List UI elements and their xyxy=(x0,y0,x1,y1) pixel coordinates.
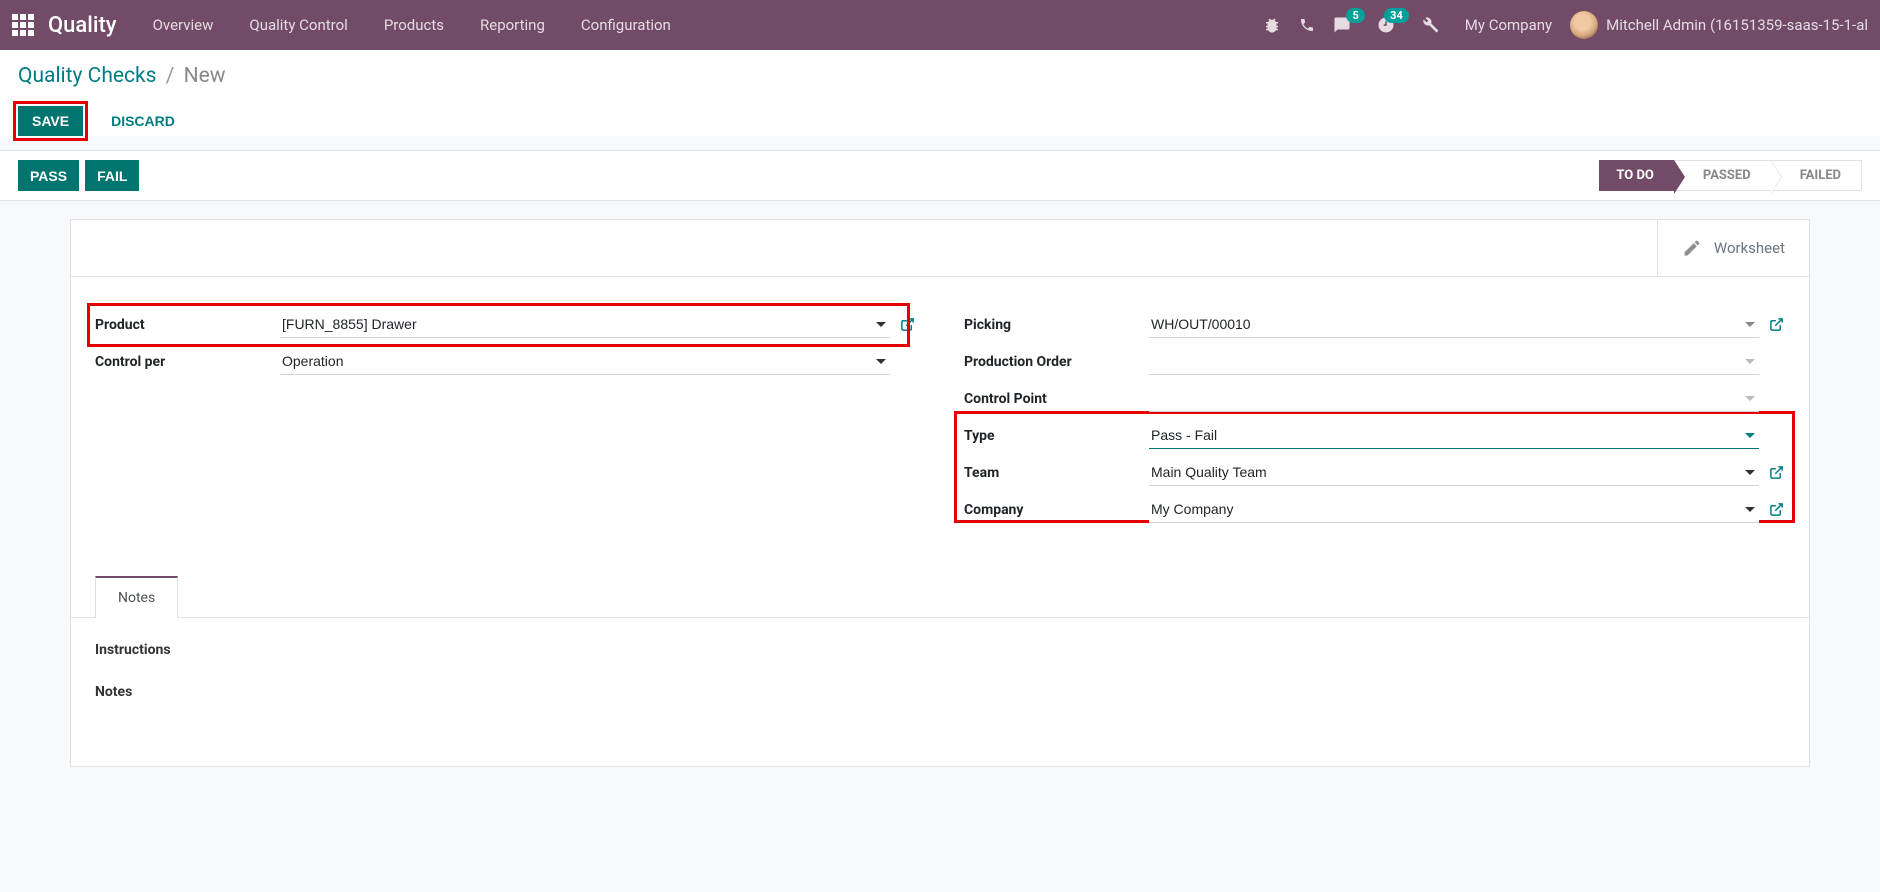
activities-badge: 34 xyxy=(1384,8,1409,23)
status-pipeline: TO DO PASSED FAILED xyxy=(1600,160,1862,191)
company-switcher[interactable]: My Company xyxy=(1465,16,1552,34)
status-failed[interactable]: FAILED xyxy=(1771,160,1862,191)
save-button[interactable]: SAVE xyxy=(18,106,83,136)
form-card: Worksheet Product xyxy=(70,219,1810,767)
status-passed[interactable]: PASSED xyxy=(1674,160,1772,191)
nav-quality-control[interactable]: Quality Control xyxy=(249,16,347,34)
phone-icon[interactable] xyxy=(1299,17,1315,33)
breadcrumb-sep: / xyxy=(166,64,175,88)
pass-button[interactable]: PASS xyxy=(18,160,79,191)
breadcrumb: Quality Checks / New xyxy=(18,64,1862,88)
nav-products[interactable]: Products xyxy=(384,16,444,34)
breadcrumb-root[interactable]: Quality Checks xyxy=(18,64,157,88)
control-per-label: Control per xyxy=(95,354,280,370)
tab-notes-body: Instructions Notes xyxy=(71,618,1809,766)
tab-notes[interactable]: Notes xyxy=(95,576,178,618)
control-point-label: Control Point xyxy=(964,391,1149,407)
form-right-col: Picking Production O xyxy=(964,311,1785,533)
tools-icon[interactable] xyxy=(1421,16,1439,34)
product-label: Product xyxy=(95,317,280,333)
app-brand[interactable]: Quality xyxy=(48,13,117,38)
production-order-input[interactable] xyxy=(1149,348,1759,375)
control-per-input[interactable] xyxy=(280,348,890,375)
activities-icon[interactable]: 34 xyxy=(1377,16,1395,34)
nav-reporting[interactable]: Reporting xyxy=(480,16,545,34)
user-menu[interactable]: Mitchell Admin (16151359-saas-15-1-al xyxy=(1570,11,1868,39)
nav-items: Overview Quality Control Products Report… xyxy=(153,16,671,34)
picking-label: Picking xyxy=(964,317,1149,333)
external-link-icon[interactable] xyxy=(1767,317,1785,332)
breadcrumb-current: New xyxy=(184,64,226,88)
company-label: Company xyxy=(964,502,1149,518)
company-input[interactable] xyxy=(1149,496,1759,523)
external-link-icon[interactable] xyxy=(1767,465,1785,480)
status-todo[interactable]: TO DO xyxy=(1599,160,1674,191)
instructions-label: Instructions xyxy=(95,642,1785,658)
main-navbar: Quality Overview Quality Control Product… xyxy=(0,0,1880,50)
notes-label: Notes xyxy=(95,684,1785,700)
nav-overview[interactable]: Overview xyxy=(153,16,214,34)
team-input[interactable] xyxy=(1149,459,1759,486)
external-link-icon[interactable] xyxy=(898,317,916,332)
type-input[interactable] xyxy=(1149,422,1759,449)
discard-button[interactable]: DISCARD xyxy=(99,107,187,135)
bug-icon[interactable] xyxy=(1263,16,1281,34)
control-point-input[interactable] xyxy=(1149,385,1759,412)
avatar xyxy=(1570,11,1598,39)
control-bar: Quality Checks / New SAVE DISCARD xyxy=(0,50,1880,136)
user-name: Mitchell Admin (16151359-saas-15-1-al xyxy=(1606,16,1868,34)
production-order-label: Production Order xyxy=(964,354,1149,370)
form-left-col: Product Control per xyxy=(95,311,916,533)
messages-badge: 5 xyxy=(1346,8,1364,23)
messages-icon[interactable]: 5 xyxy=(1333,16,1351,34)
product-input[interactable] xyxy=(280,311,890,338)
pencil-icon xyxy=(1682,238,1702,258)
external-link-icon[interactable] xyxy=(1767,502,1785,517)
apps-grid-icon[interactable] xyxy=(12,14,34,36)
status-bar: PASS FAIL TO DO PASSED FAILED xyxy=(0,151,1880,201)
team-label: Team xyxy=(964,465,1149,481)
picking-input[interactable] xyxy=(1149,311,1759,338)
nav-configuration[interactable]: Configuration xyxy=(581,16,671,34)
worksheet-button[interactable]: Worksheet xyxy=(1657,220,1809,276)
worksheet-label: Worksheet xyxy=(1714,239,1785,257)
type-label: Type xyxy=(964,428,1149,444)
form-tabs: Notes xyxy=(71,575,1809,618)
fail-button[interactable]: FAIL xyxy=(85,160,139,191)
